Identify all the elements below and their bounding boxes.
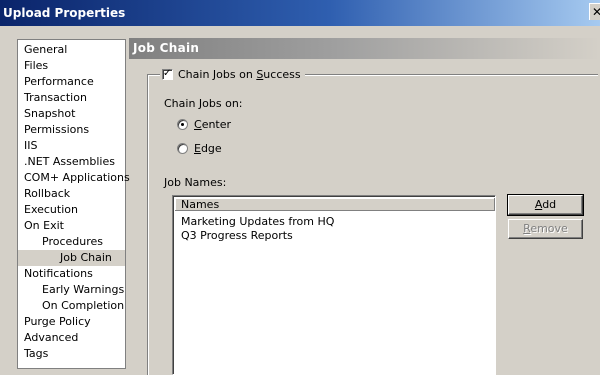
sidebar-item-label: IIS	[24, 139, 38, 152]
sidebar-item-execution[interactable]: Execution	[18, 202, 125, 218]
sidebar-item-label: Performance	[24, 75, 94, 88]
sidebar-item-label: Advanced	[24, 331, 79, 344]
sidebar-item-label: General	[24, 43, 68, 56]
radio-edge[interactable]: Edge	[177, 140, 222, 156]
panel-title: Job Chain	[129, 38, 600, 59]
sidebar-item-label: Rollback	[24, 187, 71, 200]
sidebar-item-advanced[interactable]: Advanced	[18, 330, 125, 346]
list-item[interactable]: Q3 Progress Reports	[181, 229, 293, 242]
sidebar-item-early-warnings[interactable]: Early Warnings	[18, 282, 125, 298]
checkmark-icon: ✓	[163, 67, 172, 79]
sidebar-nav: General Files Performance Transaction Snapsh…	[17, 39, 130, 369]
sidebar-item-transaction[interactable]: Transaction	[18, 90, 125, 106]
radio-center[interactable]: Center	[177, 116, 231, 132]
remove-button[interactable]: Remove	[508, 219, 583, 239]
sidebar-item-label: On Completion	[42, 299, 125, 312]
sidebar-item-label: Job Chain	[60, 251, 112, 264]
job-names-label: Job Names:	[164, 176, 227, 189]
close-icon[interactable]: ✕	[589, 3, 600, 20]
sidebar-item-com-applications[interactable]: COM+ Applications	[18, 170, 130, 186]
sidebar-item-files[interactable]: Files	[18, 58, 125, 74]
sidebar-item-on-exit[interactable]: On Exit	[18, 218, 125, 234]
radio-center-button[interactable]	[177, 118, 188, 130]
chain-jobs-label: Chain Jobs on Success	[178, 67, 301, 81]
sidebar-item-label: On Exit	[24, 219, 64, 232]
sidebar-item-iis[interactable]: IIS	[18, 138, 125, 154]
chain-jobs-checkbox[interactable]: ✓	[162, 67, 173, 80]
sidebar-item-tags[interactable]: Tags	[18, 346, 125, 362]
sidebar-item-permissions[interactable]: Permissions	[18, 122, 125, 138]
sidebar-item-label: Purge Policy	[24, 315, 91, 328]
sidebar-item-general[interactable]: General	[18, 42, 125, 58]
sidebar-item-on-completion[interactable]: On Completion	[18, 298, 125, 314]
add-button[interactable]: Add	[507, 194, 584, 216]
sidebar-item-label: Procedures	[42, 235, 103, 248]
sidebar-item-procedures[interactable]: Procedures	[18, 234, 125, 250]
sidebar-item-label: Execution	[24, 203, 78, 216]
sidebar-item-label: COM+ Applications	[24, 171, 130, 184]
list-item[interactable]: Marketing Updates from HQ	[181, 215, 334, 228]
radio-dot-icon	[181, 122, 184, 126]
chain-jobs-checkbox-row[interactable]: ✓ Chain Jobs on Success	[160, 66, 305, 82]
sidebar-item-label: Notifications	[24, 267, 93, 280]
radio-edge-label: Edge	[194, 141, 222, 155]
title-bar: Upload Properties ✕	[0, 0, 600, 26]
sidebar-item-label: Transaction	[24, 91, 87, 104]
job-names-list[interactable]: Names Marketing Updates from HQ Q3 Progr…	[172, 195, 496, 375]
sidebar-item-label: .NET Assemblies	[24, 155, 115, 168]
chain-on-label: Chain Jobs on:	[164, 97, 243, 110]
sidebar-item-label: Tags	[24, 347, 49, 360]
sidebar-item-snapshot[interactable]: Snapshot	[18, 106, 125, 122]
radio-center-label: Center	[194, 117, 232, 131]
sidebar-item-performance[interactable]: Performance	[18, 74, 125, 90]
sidebar-item-notifications[interactable]: Notifications	[18, 266, 125, 282]
list-column-header[interactable]: Names	[175, 198, 495, 211]
sidebar-item-net-assemblies[interactable]: .NET Assemblies	[18, 154, 125, 170]
radio-edge-button[interactable]	[177, 142, 188, 154]
sidebar-item-purge-policy[interactable]: Purge Policy	[18, 314, 125, 330]
sidebar-item-label: Permissions	[24, 123, 90, 136]
sidebar-item-label: Snapshot	[24, 107, 76, 120]
window-title: Upload Properties	[3, 6, 126, 20]
sidebar-item-rollback[interactable]: Rollback	[18, 186, 125, 202]
sidebar-item-label: Files	[24, 59, 49, 72]
sidebar-item-job-chain[interactable]: Job Chain	[18, 250, 125, 266]
sidebar-item-label: Early Warnings	[42, 283, 125, 296]
